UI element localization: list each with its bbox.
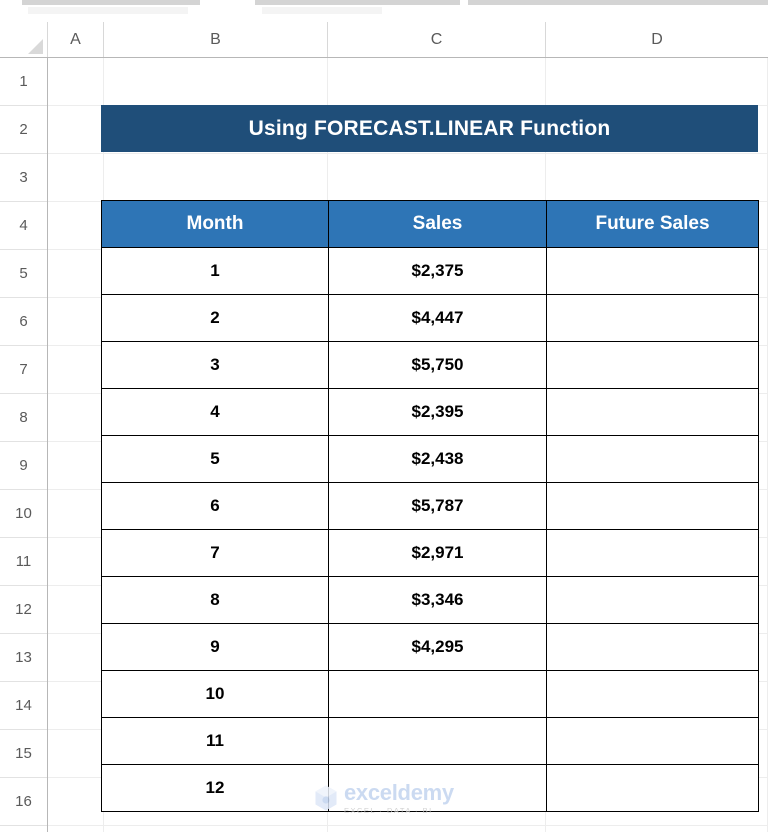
ribbon-remnant-bar xyxy=(22,0,200,5)
cell-future-sales[interactable] xyxy=(546,764,759,812)
cropped-ribbon-strip xyxy=(0,0,768,22)
row-header-12[interactable]: 12 xyxy=(0,586,47,634)
row-header-11[interactable]: 11 xyxy=(0,538,47,586)
row-header-13[interactable]: 13 xyxy=(0,634,47,682)
row-header-5[interactable]: 5 xyxy=(0,250,47,298)
cell-sales[interactable]: $5,787 xyxy=(328,482,547,530)
ribbon-remnant-bar xyxy=(468,0,768,5)
column-header-b[interactable]: B xyxy=(104,22,328,57)
table-row: 11 xyxy=(101,717,759,765)
cell-month[interactable]: 11 xyxy=(101,717,329,765)
cell-month[interactable]: 3 xyxy=(101,341,329,389)
forecast-data-table: Month Sales Future Sales 1 $2,375 2 $4,4… xyxy=(101,200,759,812)
cell-future-sales[interactable] xyxy=(546,529,759,577)
cell-future-sales[interactable] xyxy=(546,717,759,765)
column-header-future-sales[interactable]: Future Sales xyxy=(546,200,759,248)
ribbon-remnant-ghost xyxy=(262,7,382,14)
column-header-month[interactable]: Month xyxy=(101,200,329,248)
spreadsheet-canvas: A B C D 1 2 3 4 5 6 7 8 9 10 11 12 13 14… xyxy=(0,0,768,832)
cell-month[interactable]: 6 xyxy=(101,482,329,530)
table-row: 4 $2,395 xyxy=(101,388,759,436)
table-row: 10 xyxy=(101,670,759,718)
row-header-gutter: 1 2 3 4 5 6 7 8 9 10 11 12 13 14 15 16 xyxy=(0,58,48,832)
cell-month[interactable]: 4 xyxy=(101,388,329,436)
column-header-d[interactable]: D xyxy=(546,22,768,57)
cell-sales[interactable] xyxy=(328,717,547,765)
row-header-14[interactable]: 14 xyxy=(0,682,47,730)
cell-month[interactable]: 8 xyxy=(101,576,329,624)
cell-sales[interactable]: $2,375 xyxy=(328,247,547,295)
select-all-button[interactable] xyxy=(0,22,48,57)
select-all-triangle-icon xyxy=(28,39,43,54)
cell-sales[interactable]: $5,750 xyxy=(328,341,547,389)
table-row: 6 $5,787 xyxy=(101,482,759,530)
cell-future-sales[interactable] xyxy=(546,247,759,295)
row-header-16[interactable]: 16 xyxy=(0,778,47,826)
cell-month[interactable]: 9 xyxy=(101,623,329,671)
cell-month[interactable]: 5 xyxy=(101,435,329,483)
sheet-title-banner[interactable]: Using FORECAST.LINEAR Function xyxy=(101,105,758,152)
column-header-strip: A B C D xyxy=(0,22,768,58)
cell-sales[interactable]: $2,395 xyxy=(328,388,547,436)
table-row: 1 $2,375 xyxy=(101,247,759,295)
cell-future-sales[interactable] xyxy=(546,576,759,624)
row-header-15[interactable]: 15 xyxy=(0,730,47,778)
cell-month[interactable]: 12 xyxy=(101,764,329,812)
column-header-sales[interactable]: Sales xyxy=(328,200,547,248)
cell-month[interactable]: 1 xyxy=(101,247,329,295)
row-header-7[interactable]: 7 xyxy=(0,346,47,394)
cell-sales[interactable]: $4,295 xyxy=(328,623,547,671)
table-row: 3 $5,750 xyxy=(101,341,759,389)
row-header-2[interactable]: 2 xyxy=(0,106,47,154)
cell-month[interactable]: 2 xyxy=(101,294,329,342)
table-header-row: Month Sales Future Sales xyxy=(101,200,759,248)
cell-future-sales[interactable] xyxy=(546,482,759,530)
cell-future-sales[interactable] xyxy=(546,435,759,483)
cell-future-sales[interactable] xyxy=(546,341,759,389)
row-header-6[interactable]: 6 xyxy=(0,298,47,346)
table-row: 7 $2,971 xyxy=(101,529,759,577)
cell-future-sales[interactable] xyxy=(546,294,759,342)
cell-sales[interactable]: $3,346 xyxy=(328,576,547,624)
cell-future-sales[interactable] xyxy=(546,623,759,671)
cell-sales[interactable]: $2,971 xyxy=(328,529,547,577)
ribbon-remnant-bar xyxy=(255,0,460,5)
table-row: 5 $2,438 xyxy=(101,435,759,483)
cell-month[interactable]: 10 xyxy=(101,670,329,718)
row-header-4[interactable]: 4 xyxy=(0,202,47,250)
table-row: 8 $3,346 xyxy=(101,576,759,624)
column-header-c[interactable]: C xyxy=(328,22,546,57)
row-header-1[interactable]: 1 xyxy=(0,58,47,106)
table-row: 2 $4,447 xyxy=(101,294,759,342)
row-header-3[interactable]: 3 xyxy=(0,154,47,202)
column-header-a[interactable]: A xyxy=(48,22,104,57)
cell-future-sales[interactable] xyxy=(546,388,759,436)
cell-future-sales[interactable] xyxy=(546,670,759,718)
table-body: 1 $2,375 2 $4,447 3 $5,750 4 $2,395 5 $2… xyxy=(101,247,759,812)
row-header-8[interactable]: 8 xyxy=(0,394,47,442)
row-header-9[interactable]: 9 xyxy=(0,442,47,490)
row-header-10[interactable]: 10 xyxy=(0,490,47,538)
cell-sales[interactable]: $2,438 xyxy=(328,435,547,483)
table-row: 12 xyxy=(101,764,759,812)
cell-sales[interactable]: $4,447 xyxy=(328,294,547,342)
table-row: 9 $4,295 xyxy=(101,623,759,671)
cell-month[interactable]: 7 xyxy=(101,529,329,577)
cell-sales[interactable] xyxy=(328,670,547,718)
ribbon-remnant-ghost xyxy=(28,7,188,14)
cell-sales[interactable] xyxy=(328,764,547,812)
